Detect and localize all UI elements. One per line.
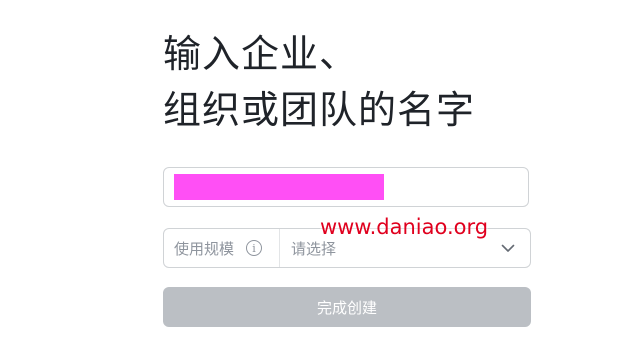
create-organization-page: 输入企业、 组织或团队的名字 使用规模 i 请选择 www.daniao.org… — [0, 0, 639, 359]
size-label-group: 使用规模 i — [164, 229, 280, 267]
organization-name-input[interactable] — [163, 167, 529, 207]
page-title-line-2: 组织或团队的名字 — [163, 88, 476, 132]
redacted-name-value — [174, 174, 384, 200]
page-title-line-1: 输入企业、 — [163, 32, 359, 76]
chevron-down-icon[interactable] — [498, 238, 518, 258]
size-label: 使用规模 — [174, 239, 235, 258]
complete-create-button[interactable]: 完成创建 — [163, 287, 531, 327]
site-watermark: www.daniao.org — [320, 215, 489, 239]
size-select-placeholder[interactable]: 请选择 — [280, 238, 498, 259]
info-icon[interactable]: i — [246, 240, 263, 256]
page-title: 输入企业、 组织或团队的名字 — [163, 26, 475, 138]
